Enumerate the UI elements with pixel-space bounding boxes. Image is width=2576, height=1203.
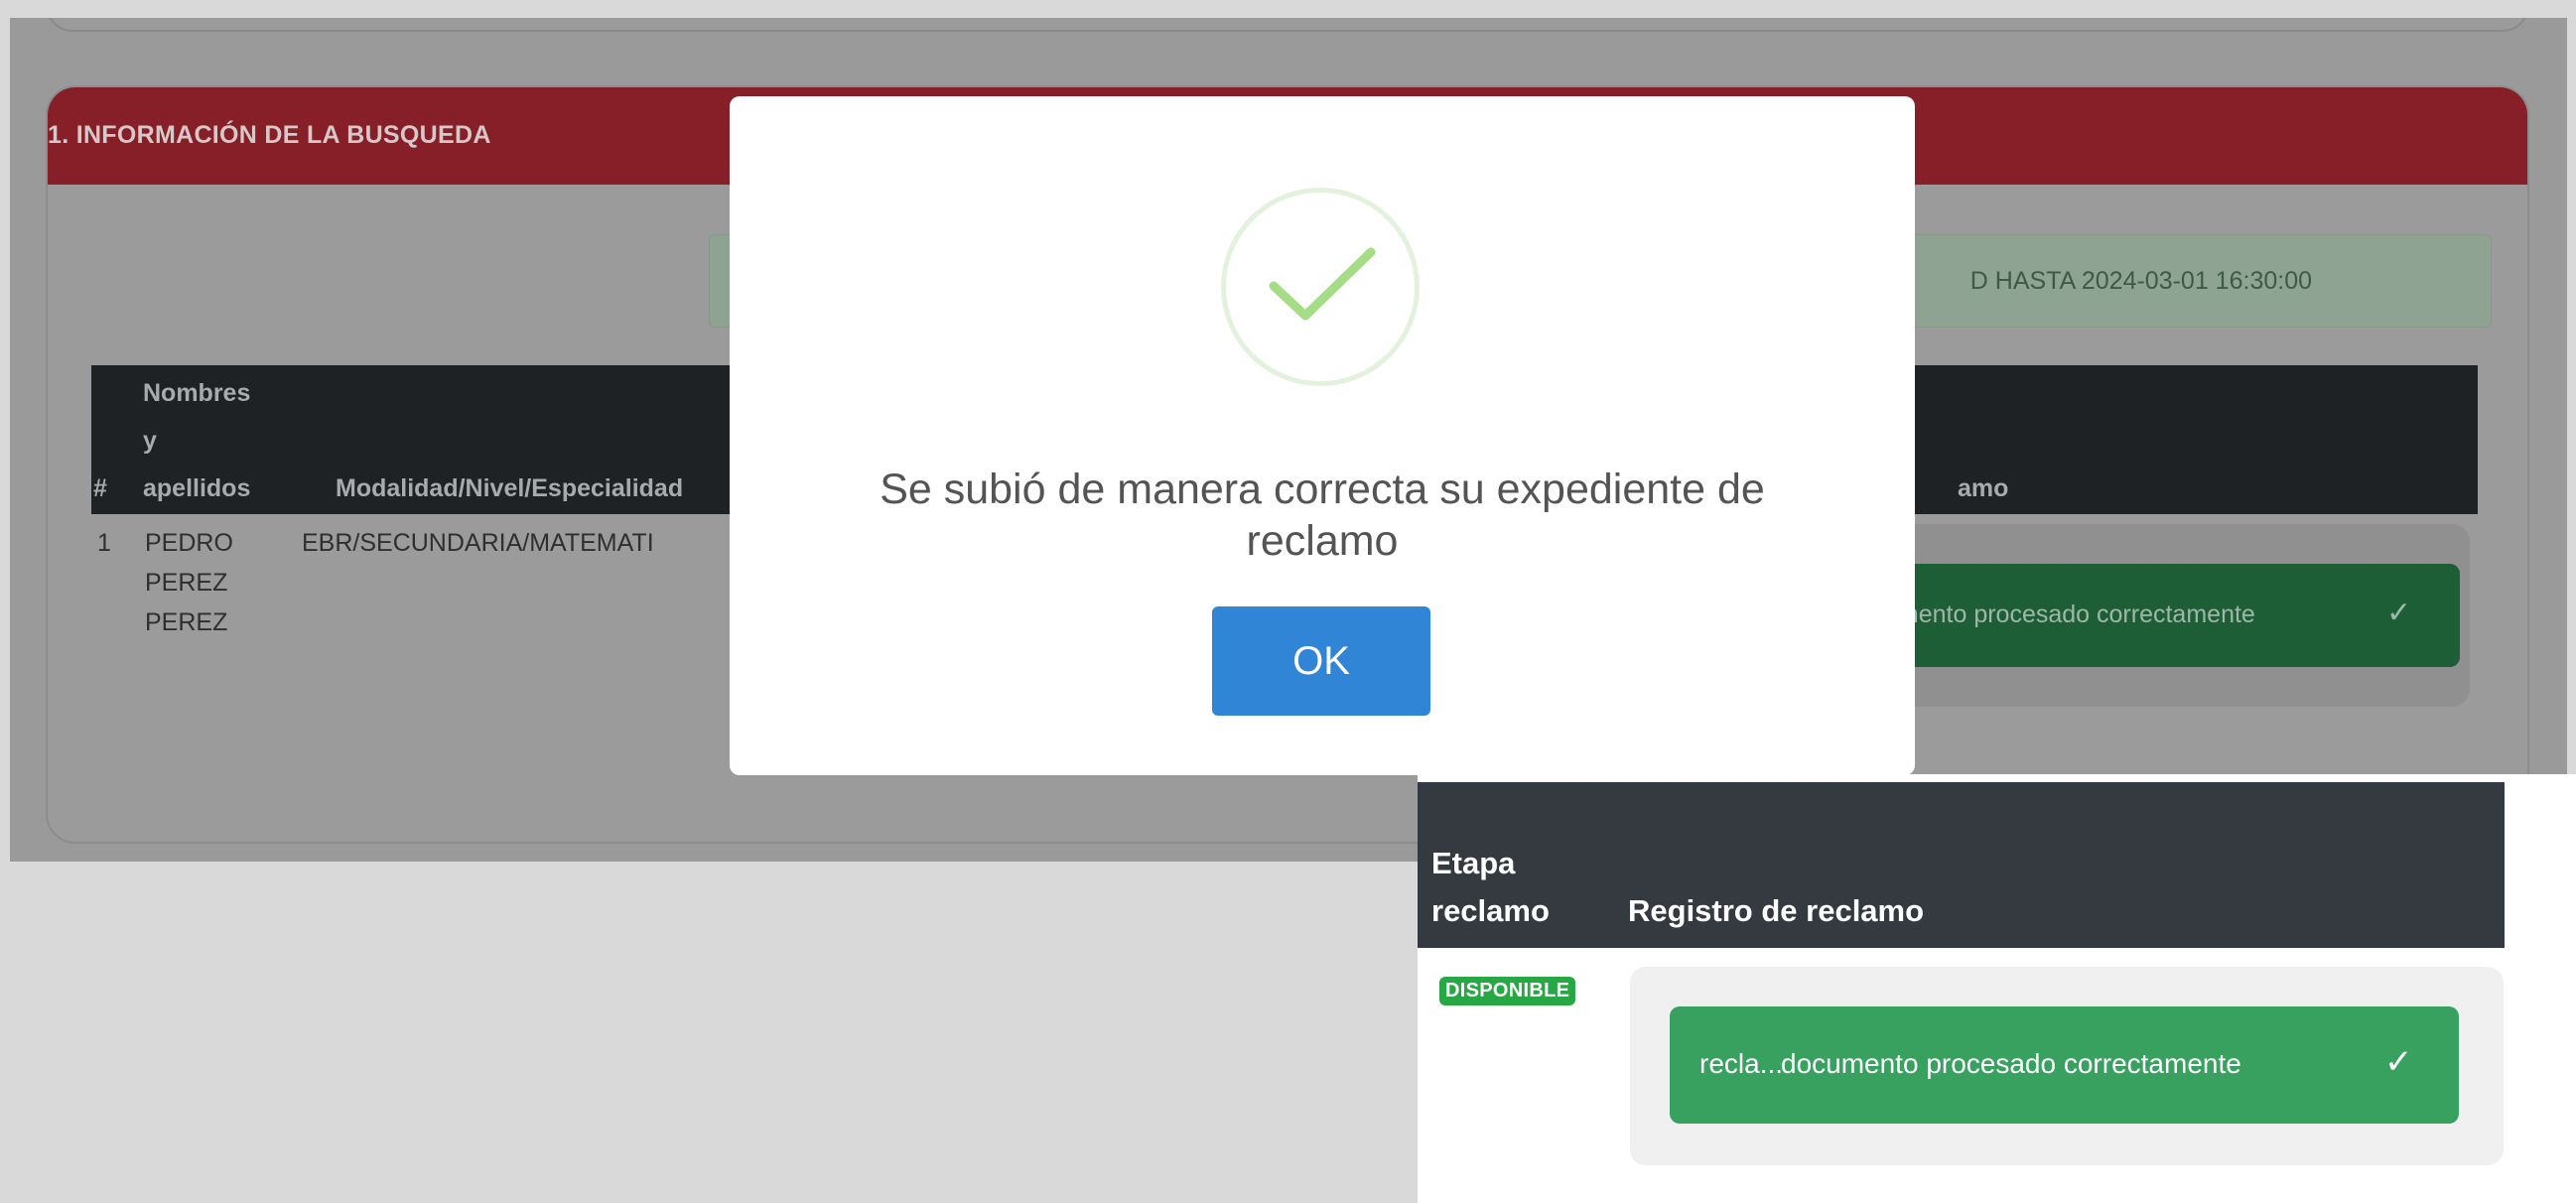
check-icon: ✓ [2386, 597, 2412, 629]
row-name-line1: PEDRO [145, 529, 233, 557]
row-claim-cell: umento procesado correctamente ✓ [1825, 524, 2470, 707]
check-icon: ✓ [2384, 1043, 2413, 1081]
row-name-line2: PEREZ [145, 569, 228, 597]
success-modal: Se subió de manera correcta su expedient… [730, 96, 1915, 775]
inset-header-stage-line1: Etapa [1431, 846, 1516, 880]
modal-message: Se subió de manera correcta su expedient… [880, 466, 1765, 565]
row-modality: EBR/SECUNDARIA/MATEMATI [302, 529, 654, 557]
inset-file-name: recla... [1699, 1048, 1784, 1079]
header-claim: amo [1958, 474, 2009, 502]
inset-header-stage-line2: reclamo [1431, 893, 1550, 928]
inset-status-text: documento procesado correctamente [1781, 1048, 2241, 1079]
header-names-line1: Nombres [143, 379, 251, 407]
deadline-alert-text: D HASTA 2024-03-01 16:30:00 [1969, 267, 2312, 295]
ok-button[interactable]: OK [1212, 606, 1430, 716]
header-names-line2: y [143, 427, 157, 455]
header-names-line3: apellidos [143, 474, 251, 502]
row-name-line3: PEREZ [145, 608, 228, 636]
top-card [46, 18, 2529, 32]
inset-header-register: Registro de reclamo [1628, 893, 1925, 928]
inset-status-button[interactable]: recla... documento procesado correctamen… [1670, 1006, 2459, 1124]
zoom-inset: Etapa reclamo Registro de reclamo DISPON… [1418, 774, 2576, 1203]
inset-table-header: Etapa reclamo Registro de reclamo [1418, 782, 2505, 948]
row-index: 1 [97, 529, 111, 557]
row-status-button[interactable]: umento procesado correctamente ✓ [1884, 564, 2460, 667]
inset-claim-cell: recla... documento procesado correctamen… [1630, 967, 2504, 1165]
status-badge: DISPONIBLE [1439, 977, 1576, 1005]
row-status-text: umento procesado correctamente [1884, 601, 2255, 628]
header-index: # [93, 474, 107, 502]
search-card-title: 1. INFORMACIÓN DE LA BUSQUEDA [48, 121, 491, 149]
success-check-icon [1221, 188, 1420, 386]
header-modality: Modalidad/Nivel/Especialidad [336, 474, 684, 502]
